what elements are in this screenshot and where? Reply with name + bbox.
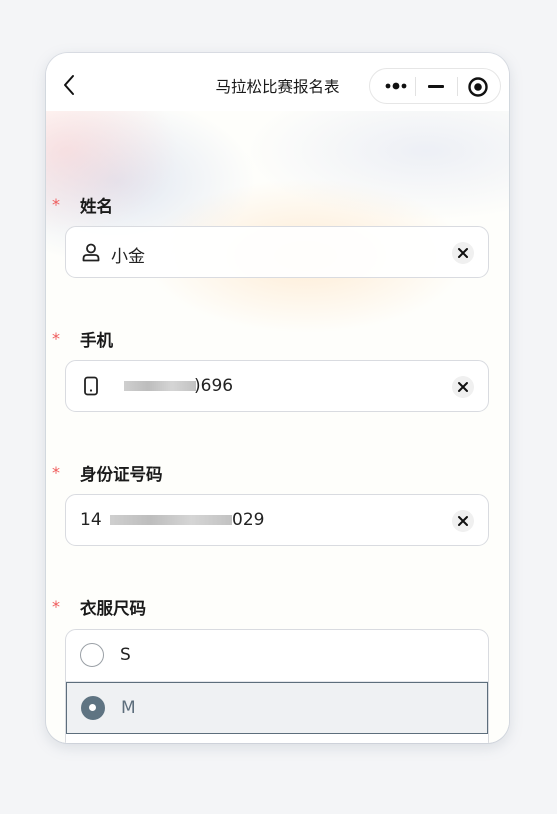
required-mark: * <box>52 195 60 214</box>
masked-text <box>124 381 196 391</box>
target-circle-icon[interactable] <box>467 76 489 98</box>
name-label: 姓名 <box>80 197 113 216</box>
chevron-left-icon[interactable] <box>62 74 76 96</box>
masked-text <box>110 515 232 525</box>
form-content: * 姓名 小金 * 手机 )696 * 身份证号码 14 029 * 衣服尺码 … <box>46 111 509 743</box>
page-title: 马拉松比赛报名表 <box>215 78 340 96</box>
name-field[interactable]: 小金 <box>65 226 489 278</box>
required-mark: * <box>52 329 60 348</box>
phone-field[interactable]: )696 <box>65 360 489 412</box>
clear-icon[interactable] <box>452 242 474 264</box>
id-number-label: 身份证号码 <box>80 465 163 484</box>
minimize-icon[interactable] <box>428 85 444 88</box>
phone-value: )696 <box>194 376 234 396</box>
phone-icon <box>81 376 101 396</box>
size-label: 衣服尺码 <box>80 599 146 618</box>
size-option-l[interactable]: L <box>66 735 488 743</box>
person-icon <box>81 242 101 262</box>
required-mark: * <box>52 463 60 482</box>
capsule-divider <box>457 77 458 96</box>
id-number-suffix: 029 <box>232 510 265 530</box>
option-label: M <box>121 698 136 718</box>
capsule-divider <box>415 77 416 96</box>
size-radio-group: S M L <box>65 629 489 743</box>
option-label: S <box>120 645 131 665</box>
size-option-m[interactable]: M <box>66 682 488 734</box>
phone-label: 手机 <box>80 331 113 350</box>
more-dots-icon[interactable] <box>384 78 408 94</box>
clear-icon[interactable] <box>452 510 474 532</box>
size-option-s[interactable]: S <box>66 630 488 682</box>
nav-bar: 马拉松比赛报名表 <box>46 53 509 111</box>
name-value: 小金 <box>111 247 145 267</box>
required-mark: * <box>52 597 60 616</box>
clear-icon[interactable] <box>452 376 474 398</box>
radio-button-selected[interactable] <box>81 696 105 720</box>
id-number-prefix: 14 <box>80 510 102 530</box>
radio-button[interactable] <box>80 643 104 667</box>
id-number-field[interactable]: 14 029 <box>65 494 489 546</box>
phone-frame: 马拉松比赛报名表 * 姓名 小金 * 手机)696 * 身份证号码 14 02… <box>46 53 509 743</box>
mini-program-capsule <box>369 68 501 104</box>
